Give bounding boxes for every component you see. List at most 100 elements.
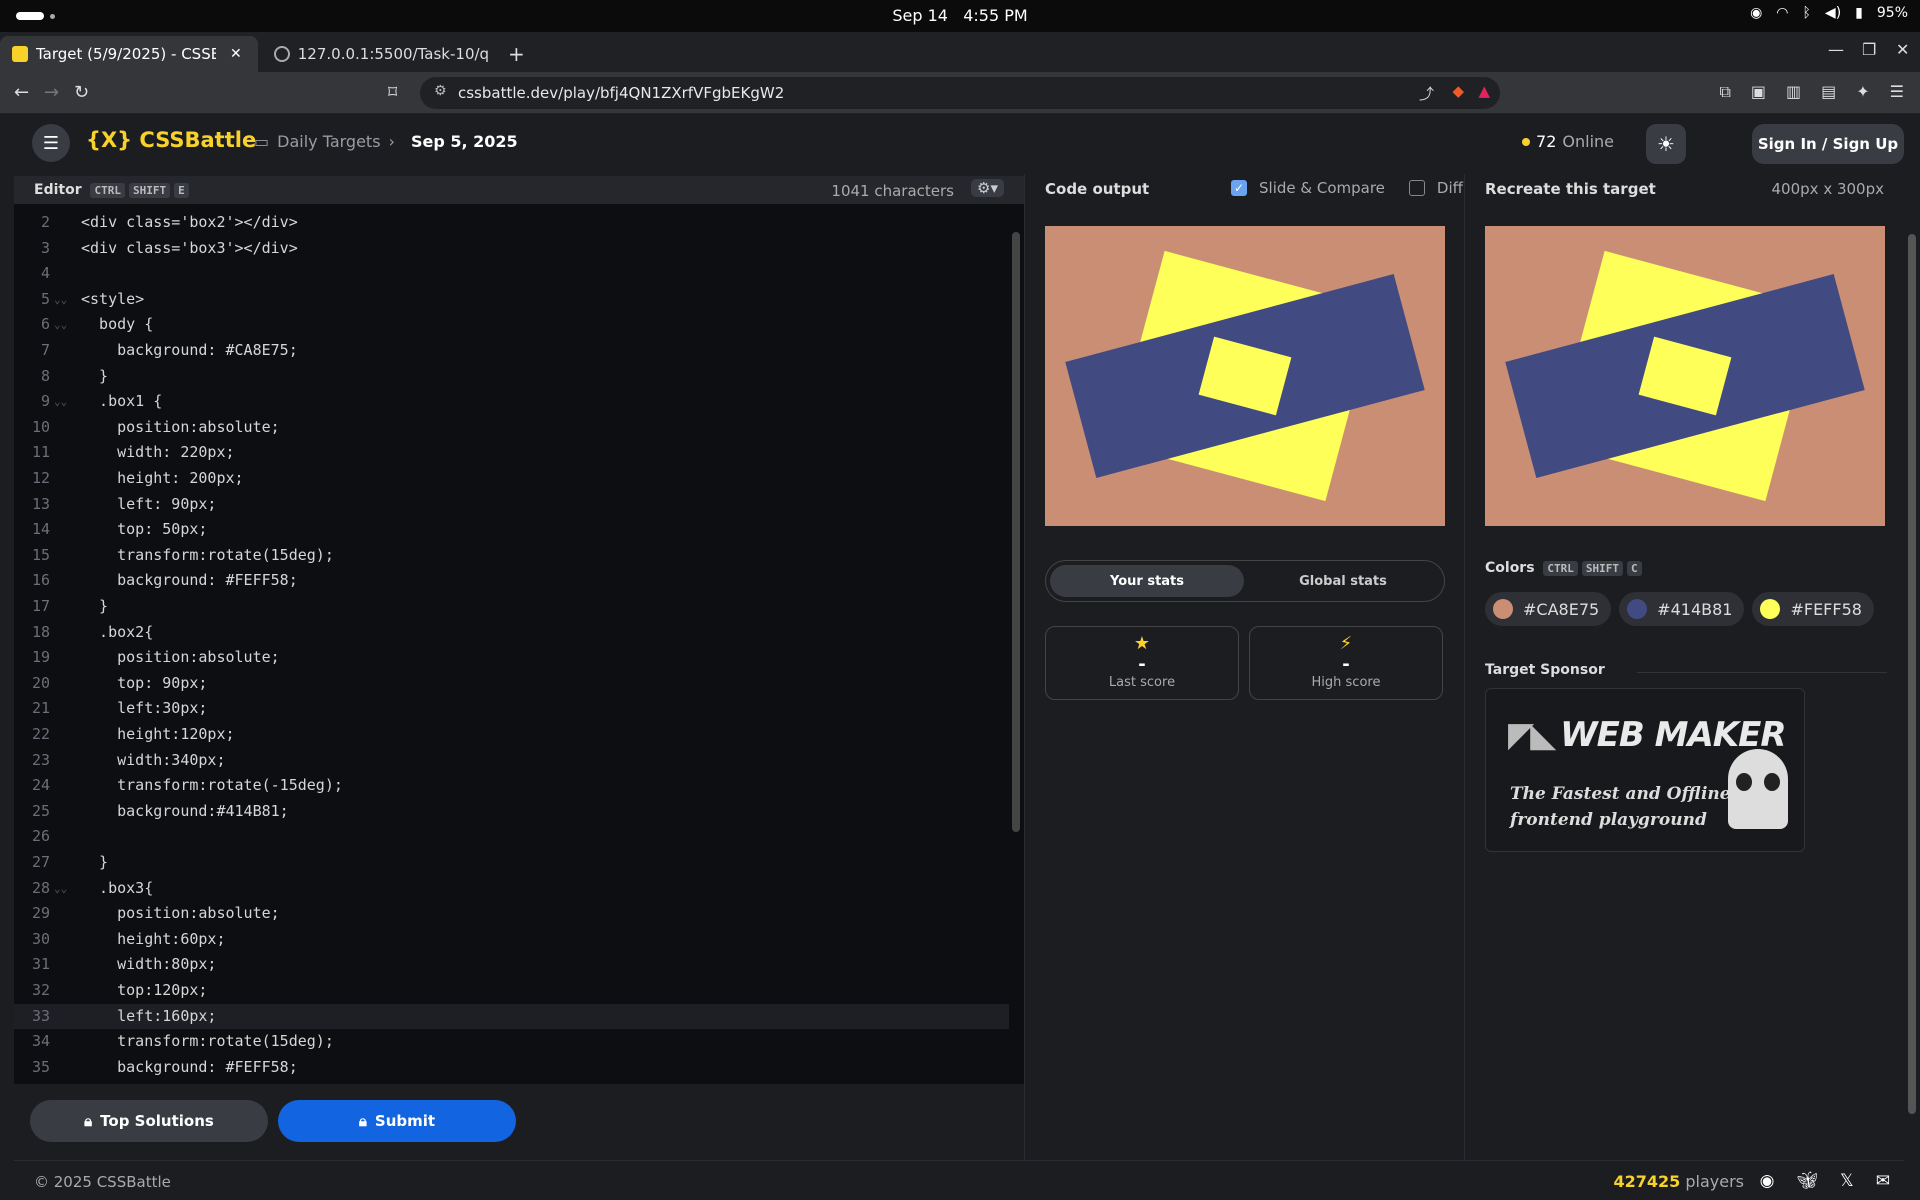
code-line[interactable]: 11 width: 220px; (14, 440, 1009, 466)
editor-settings-button[interactable]: ⚙▾ (971, 179, 1004, 197)
code-line[interactable]: 20 top: 90px; (14, 671, 1009, 697)
cssbattle-logo[interactable]: {X} CSSBattle (86, 128, 256, 152)
brave-rewards-icon[interactable]: ▲ (1478, 82, 1490, 100)
code-line[interactable]: 7 background: #CA8E75; (14, 338, 1009, 364)
new-tab-button[interactable]: + (496, 36, 537, 72)
discord-tray-icon[interactable]: ◉ (1750, 5, 1762, 21)
email-icon[interactable]: ✉ (1876, 1171, 1890, 1191)
code-line[interactable]: 35 background: #FEFF58; (14, 1055, 1009, 1081)
site-settings-icon[interactable]: ⚙ (434, 83, 447, 99)
code-line[interactable]: 8 } (14, 364, 1009, 390)
back-icon[interactable]: ← (14, 82, 29, 103)
code-line[interactable]: 32 top:120px; (14, 978, 1009, 1004)
slide-compare-label[interactable]: Slide & Compare (1259, 179, 1385, 197)
maximize-icon[interactable]: ❐ (1862, 40, 1876, 59)
sign-in-button[interactable]: Sign In / Sign Up (1752, 124, 1904, 164)
fold-chevron-icon[interactable]: ⌄⌄ (54, 287, 67, 313)
leo-ai-icon[interactable]: ✦ (1856, 82, 1869, 102)
browser-tab-localhost[interactable]: 127.0.0.1:5500/Task-10/q1.ht (262, 36, 502, 72)
fold-chevron-icon[interactable]: ⌄⌄ (54, 312, 67, 338)
wifi-icon[interactable]: ◠ (1776, 5, 1788, 21)
code-line[interactable]: 16 background: #FEFF58; (14, 568, 1009, 594)
url-text[interactable]: cssbattle.dev/play/bfj4QN1ZXrfVFgbEKgW2 (458, 84, 784, 102)
color-swatch-2[interactable]: #414B81 (1619, 592, 1745, 626)
reload-icon[interactable]: ↻ (74, 82, 89, 103)
code-line[interactable]: 23 width:340px; (14, 748, 1009, 774)
code-line[interactable]: 24 transform:rotate(-15deg); (14, 773, 1009, 799)
target-canvas[interactable] (1485, 226, 1885, 526)
diff-checkbox[interactable] (1408, 180, 1425, 196)
browser-menu-icon[interactable]: ☰ (1890, 82, 1904, 102)
bluesky-icon[interactable]: 🦋︎ (1796, 1171, 1818, 1191)
hamburger-menu-button[interactable]: ☰ (32, 124, 70, 162)
code-line[interactable]: 21 left:30px; (14, 696, 1009, 722)
code-line[interactable]: 18 .box2{ (14, 620, 1009, 646)
code-line[interactable]: 5 ⌄⌄ <style> (14, 287, 1009, 313)
code-line[interactable]: 29 position:absolute; (14, 901, 1009, 927)
editor-scrollbar[interactable] (1012, 232, 1020, 832)
code-line[interactable]: 2 <div class='box2'></div> (14, 210, 1009, 236)
slide-compare-checkbox[interactable]: ✓ (1231, 180, 1247, 196)
sponsor-card[interactable]: ◤◣ WEB MAKER The Fastest and Offline fron… (1485, 688, 1805, 852)
tab-global-stats[interactable]: Global stats (1246, 565, 1440, 597)
screenshot-icon[interactable]: ▣ (1751, 82, 1766, 102)
code-text: background: #FEFF58; (81, 571, 298, 590)
forward-icon[interactable]: → (44, 82, 59, 103)
code-line[interactable]: 31 width:80px; (14, 952, 1009, 978)
code-line[interactable]: 3 <div class='box3'></div> (14, 236, 1009, 262)
code-line[interactable]: 19 position:absolute; (14, 645, 1009, 671)
bluetooth-icon[interactable]: ᛒ (1803, 5, 1811, 21)
breadcrumb-daily-targets[interactable]: Daily Targets (277, 132, 380, 151)
battery-icon[interactable]: ▮ (1855, 5, 1863, 21)
share-icon[interactable]: ⤴ (1419, 83, 1434, 104)
system-clock[interactable]: Sep 14 4:55 PM (0, 6, 1920, 25)
code-line[interactable]: 27 } (14, 850, 1009, 876)
extensions-icon[interactable]: ⧉ (1719, 82, 1730, 102)
url-bar[interactable]: ⚙ cssbattle.dev/play/bfj4QN1ZXrfVFgbEKgW… (420, 77, 1500, 109)
volume-icon[interactable]: ◀) (1825, 5, 1841, 21)
code-line[interactable]: 34 transform:rotate(15deg); (14, 1029, 1009, 1055)
minimize-icon[interactable]: — (1828, 40, 1844, 59)
code-line[interactable]: 33 left:160px; (14, 1003, 1009, 1030)
code-line[interactable]: 15 transform:rotate(15deg); (14, 543, 1009, 569)
brave-shield-icon[interactable]: ◆ (1452, 82, 1464, 100)
browser-tab-cssbattle[interactable]: Target (5/9/2025) - CSSBa ✕ (0, 36, 258, 72)
theme-toggle-button[interactable]: ☀ (1646, 124, 1686, 164)
system-tray[interactable]: ◉ ◠ ᛒ ◀) ▮ 95% (1750, 5, 1908, 21)
code-line[interactable]: 17 } (14, 594, 1009, 620)
cssbattle-app: ☰ {X} CSSBattle ▭ Daily Targets › Sep 5,… (0, 114, 1920, 1200)
code-line[interactable]: 13 left: 90px; (14, 492, 1009, 518)
color-swatch-1[interactable]: #CA8E75 (1485, 592, 1612, 626)
discord-icon[interactable]: ◉ (1760, 1171, 1775, 1191)
wallet-icon[interactable]: ▤ (1821, 82, 1836, 102)
code-line[interactable]: 25 background:#414B81; (14, 799, 1009, 825)
code-line[interactable]: 30 height:60px; (14, 927, 1009, 953)
page-scrollbar[interactable] (1908, 234, 1916, 1114)
top-solutions-button[interactable]: 🔒︎ Top Solutions (30, 1100, 268, 1142)
x-twitter-icon[interactable]: 𝕏 (1840, 1171, 1854, 1191)
fold-chevron-icon[interactable]: ⌄⌄ (54, 876, 67, 902)
code-line[interactable]: 10 position:absolute; (14, 415, 1009, 441)
code-line[interactable]: 14 top: 50px; (14, 517, 1009, 543)
bookmark-icon[interactable]: ⌑ (388, 82, 397, 103)
code-line[interactable]: 22 height:120px; (14, 722, 1009, 748)
code-line[interactable]: 28 ⌄⌄ .box3{ (14, 876, 1009, 902)
submit-button[interactable]: 🔒︎ Submit (278, 1100, 516, 1142)
code-line[interactable]: 12 height: 200px; (14, 466, 1009, 492)
close-window-icon[interactable]: ✕ (1896, 40, 1909, 59)
code-text: width:80px; (81, 955, 217, 974)
code-line[interactable]: 6 ⌄⌄ body { (14, 312, 1009, 338)
close-tab-icon[interactable]: ✕ (230, 46, 242, 62)
output-canvas[interactable] (1045, 226, 1445, 526)
color-swatch-3[interactable]: #FEFF58 (1752, 592, 1874, 626)
sidebar-icon[interactable]: ▥ (1786, 82, 1801, 102)
code-line[interactable]: 9 ⌄⌄ .box1 { (14, 389, 1009, 415)
character-count: 1041 characters (831, 182, 954, 200)
fold-chevron-icon[interactable]: ⌄⌄ (54, 389, 67, 415)
tab-your-stats[interactable]: Your stats (1050, 565, 1244, 597)
code-line[interactable]: 4 (14, 261, 1009, 287)
diff-label[interactable]: Diff (1437, 179, 1463, 197)
code-editor[interactable]: 2 <div class='box2'></div> 3 <div class='bo… (14, 204, 1024, 1084)
sun-icon: ☀ (1657, 132, 1675, 156)
code-line[interactable]: 26 (14, 824, 1009, 850)
